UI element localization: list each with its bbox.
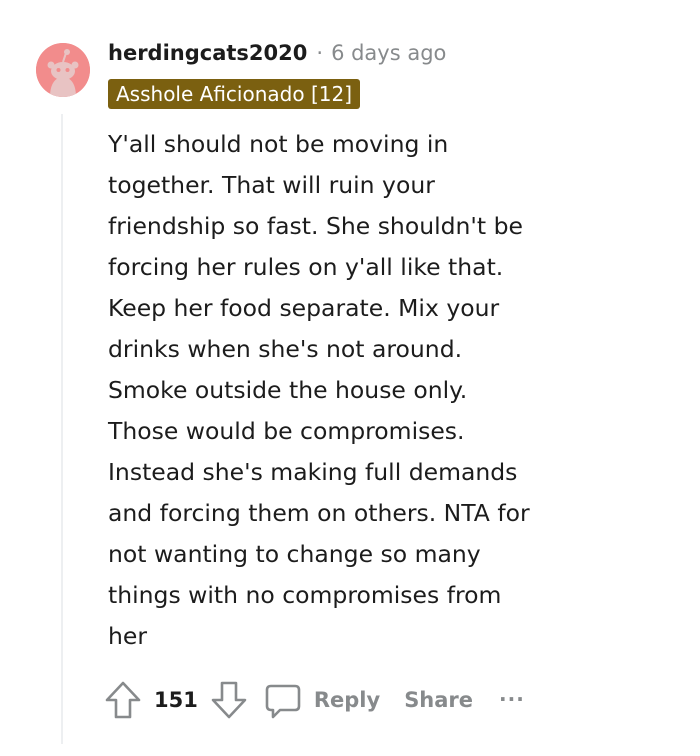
comment-actions: 151 Reply Share ... — [104, 679, 525, 721]
share-button[interactable]: Share — [404, 688, 473, 712]
user-flair: Asshole Aficionado [12] — [108, 79, 360, 109]
comment-body: Y'all should not be moving in together. … — [108, 124, 678, 657]
snoo-avatar-icon — [36, 43, 90, 97]
comment-body-line: not wanting to change so many — [108, 540, 481, 568]
comment-body-line: Y'all should not be moving in — [108, 130, 449, 158]
comment-body-line: together. That will ruin your — [108, 171, 435, 199]
thread-line[interactable] — [61, 114, 63, 744]
comment-bubble-icon — [264, 680, 302, 720]
comment-timestamp[interactable]: 6 days ago — [331, 41, 446, 65]
comment-body-line: Smoke outside the house only. — [108, 376, 468, 404]
comment-body-line: Keep her food separate. Mix your — [108, 294, 500, 322]
meta-separator: · — [316, 41, 324, 65]
comment-header: herdingcats2020 · 6 days ago — [108, 38, 446, 68]
upvote-arrow-icon[interactable] — [104, 680, 142, 720]
comment-body-line: forcing her rules on y'all like that. — [108, 253, 504, 281]
comment-body-line: drinks when she's not around. — [108, 335, 463, 363]
avatar[interactable] — [36, 43, 90, 97]
vote-count: 151 — [154, 688, 198, 712]
comment-body-line: friendship so fast. She shouldn't be — [108, 212, 523, 240]
reply-label: Reply — [313, 688, 381, 712]
comment-body-line: her — [108, 622, 148, 650]
comment: herdingcats2020 · 6 days ago Asshole Afi… — [0, 0, 700, 756]
comment-body-line: things with no compromises from — [108, 581, 502, 609]
comment-body-line: Instead she's making full demands — [108, 458, 518, 486]
comment-body-line: Those would be compromises. — [108, 417, 465, 445]
comment-body-line: and forcing them on others. NTA for — [108, 499, 530, 527]
more-options-icon[interactable]: ... — [499, 682, 525, 706]
downvote-arrow-icon[interactable] — [210, 680, 248, 720]
author-username[interactable]: herdingcats2020 — [108, 41, 307, 65]
reply-button[interactable]: Reply — [264, 680, 380, 720]
